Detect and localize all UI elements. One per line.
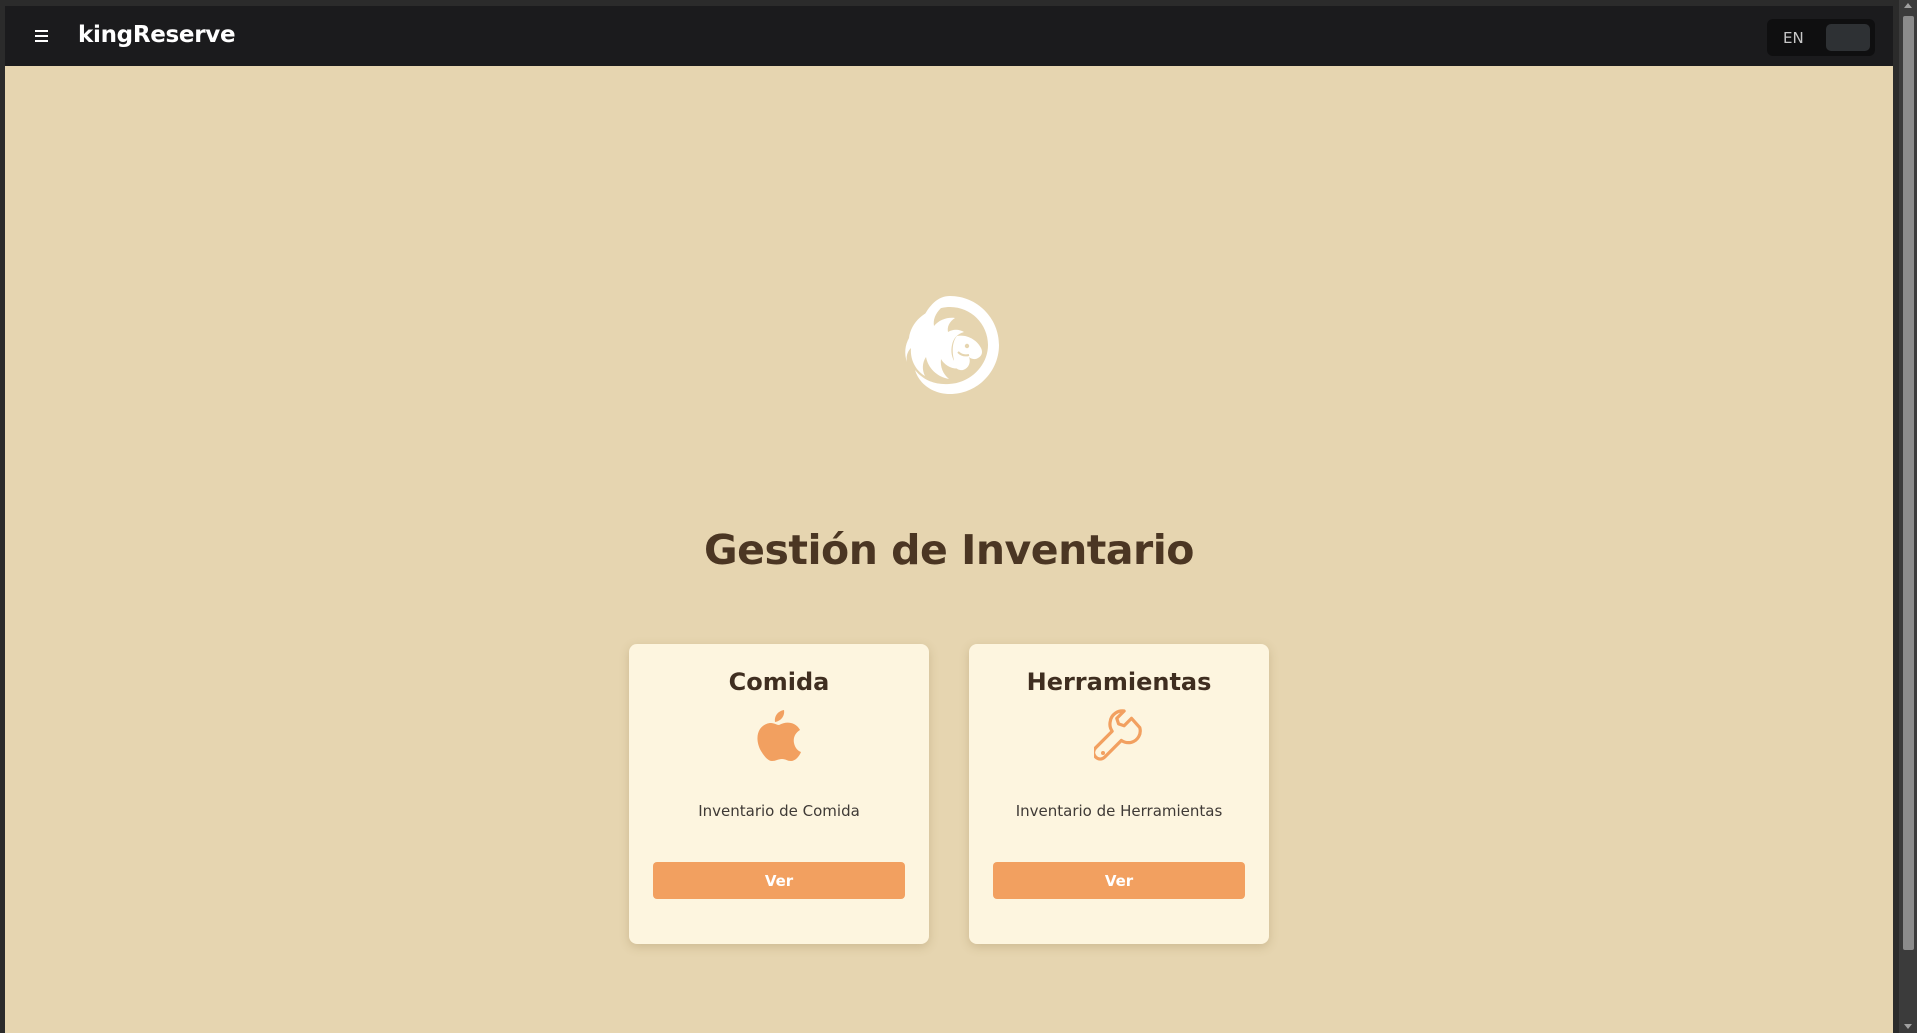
- lion-head-logo: [895, 292, 1005, 398]
- vertical-scrollbar[interactable]: [1899, 0, 1917, 1033]
- card-title: Comida: [728, 668, 830, 696]
- view-tools-inventory-button[interactable]: Ver: [993, 862, 1245, 899]
- apple-icon: [754, 708, 804, 762]
- wrench-icon: [1091, 708, 1144, 762]
- card-herramientas: Herramientas Inventario de Herramientas …: [969, 644, 1269, 944]
- card-comida: Comida Inventario de Comida Ver: [629, 644, 929, 944]
- top-navigation-bar: kingReserve EN: [5, 6, 1893, 66]
- language-switch[interactable]: [1826, 24, 1870, 51]
- view-food-inventory-button[interactable]: Ver: [653, 862, 905, 899]
- language-label: EN: [1783, 28, 1804, 47]
- app-window: kingReserve EN Gestión de Inventario Com…: [5, 6, 1893, 1033]
- scrollbar-thumb[interactable]: [1903, 16, 1914, 950]
- card-description: Inventario de Comida: [698, 802, 860, 820]
- card-description: Inventario de Herramientas: [1015, 802, 1223, 820]
- language-toggle[interactable]: EN: [1767, 19, 1875, 56]
- card-title: Herramientas: [1026, 668, 1212, 696]
- page-title: Gestión de Inventario: [704, 526, 1194, 574]
- brand-name[interactable]: kingReserve: [78, 22, 236, 48]
- scroll-down-arrow-icon[interactable]: [1904, 1024, 1912, 1029]
- hamburger-menu-icon[interactable]: [33, 26, 57, 46]
- scroll-up-arrow-icon[interactable]: [1904, 3, 1912, 8]
